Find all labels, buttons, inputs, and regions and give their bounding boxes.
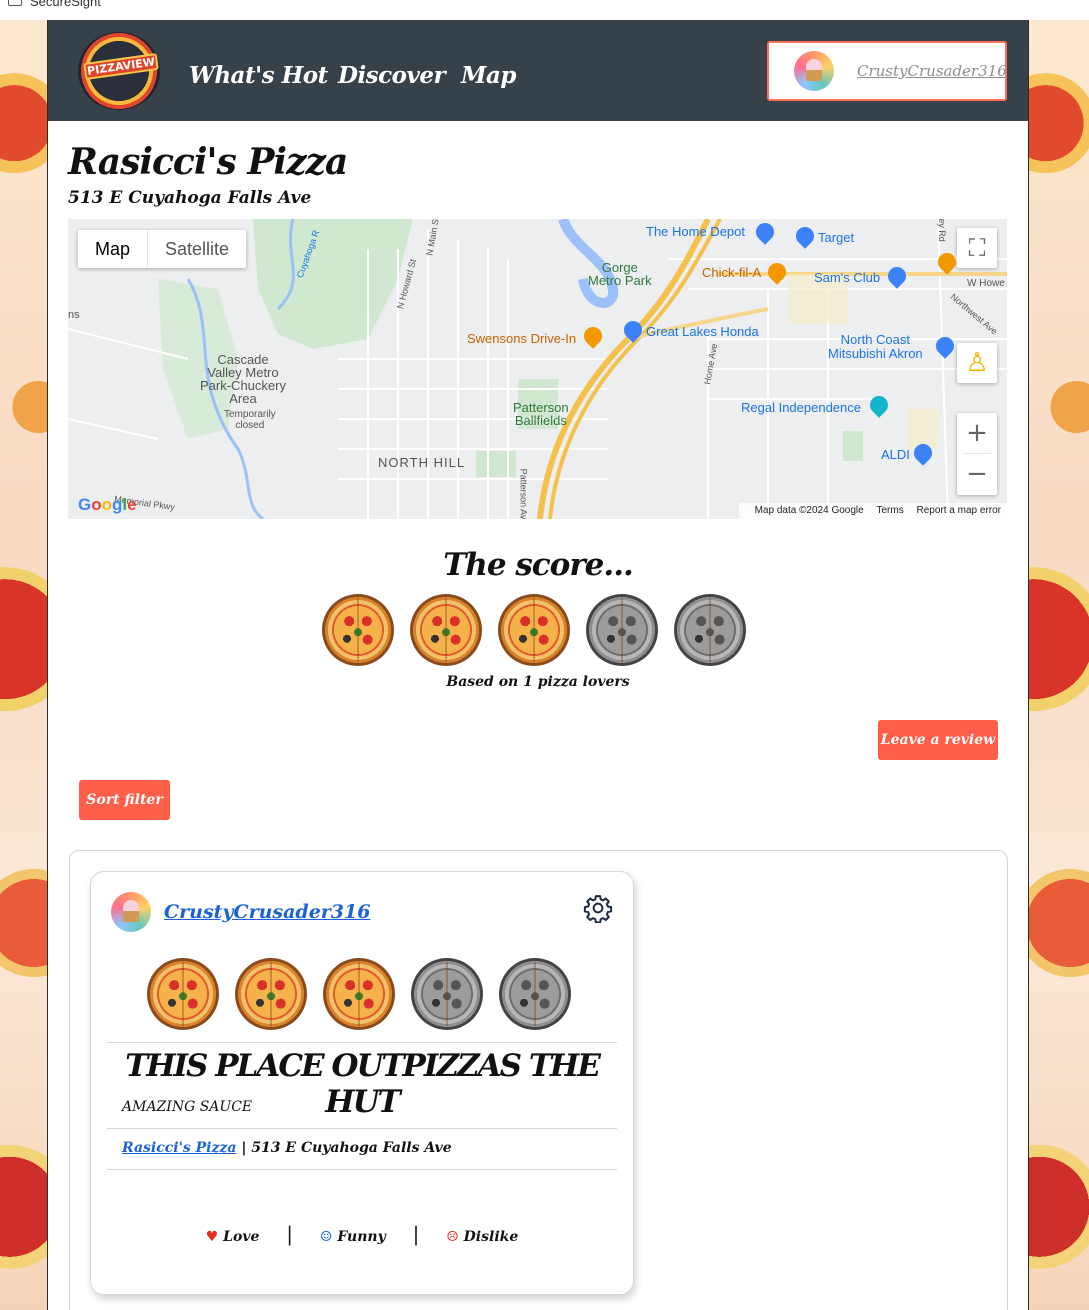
review-place-separator: |	[241, 1140, 252, 1156]
pizza-empty-icon	[674, 594, 746, 666]
map-label-north-hill: NORTH HILL	[378, 455, 466, 470]
logo-text: PIZZAVIEW	[83, 52, 159, 81]
page-frame: PIZZAVIEW What's Hot Discover Map Crusty…	[47, 20, 1029, 1310]
map-label-gorge-metro-park[interactable]: Gorge Metro Park	[588, 261, 652, 287]
nav-link-whats-hot[interactable]: What's Hot	[189, 62, 328, 89]
zoom-controls: + −	[957, 413, 997, 495]
nav-username[interactable]: CrustyCrusader316	[857, 62, 1007, 80]
heart-icon: ♥	[205, 1229, 219, 1245]
funny-label: Funny	[337, 1229, 386, 1245]
tab-icon	[8, 0, 22, 6]
review-divider	[107, 1042, 617, 1043]
background-pattern-left	[0, 20, 48, 1310]
review-card: CrustyCrusader316 THIS PLACE OUTPIZZAS T…	[90, 871, 634, 1295]
restaurant-address: 513 E Cuyahoga Falls Ave	[68, 188, 312, 208]
funny-reaction-button[interactable]: ☺ Funny	[320, 1229, 386, 1245]
map-data-text: Map data ©2024 Google	[754, 505, 864, 516]
review-location: Rasicci's Pizza | 513 E Cuyahoga Falls A…	[122, 1140, 452, 1156]
map-label-home-depot[interactable]: The Home Depot	[646, 224, 745, 239]
map-label-regal-independence[interactable]: Regal Independence	[741, 400, 861, 415]
pizza-empty-icon	[499, 958, 571, 1030]
review-divider	[107, 1169, 617, 1170]
background-pattern-right	[1027, 20, 1089, 1310]
map-label-edge-left: ns	[68, 309, 80, 321]
dislike-label: Dislike	[463, 1229, 519, 1245]
browser-tab-bar: SecureSight	[0, 0, 1089, 21]
user-profile-button[interactable]: CrustyCrusader316	[767, 41, 1007, 101]
map-label-patterson-ballfields[interactable]: Patterson Ballfields	[513, 401, 569, 427]
love-reaction-button[interactable]: ♥ Love	[206, 1229, 260, 1245]
smile-icon: ☺	[319, 1229, 333, 1245]
fullscreen-icon[interactable]: ⛶	[957, 228, 997, 268]
map-report-link[interactable]: Report a map error	[917, 505, 1001, 516]
map-label-target[interactable]: Target	[818, 230, 854, 245]
map-label-chick-fil-a[interactable]: Chick-fil-A	[702, 265, 761, 280]
map-label-sams-club[interactable]: Sam's Club	[814, 270, 880, 285]
pizza-empty-icon	[411, 958, 483, 1030]
frown-icon: ☹	[446, 1229, 459, 1245]
review-place-address: 513 E Cuyahoga Falls Ave	[251, 1140, 452, 1156]
pizzaview-logo[interactable]: PIZZAVIEW	[78, 32, 160, 110]
zoom-out-button[interactable]: −	[957, 454, 997, 494]
pizza-filled-icon	[147, 958, 219, 1030]
score-based-on: Based on 1 pizza lovers	[446, 674, 630, 690]
pizza-filled-icon	[323, 958, 395, 1030]
restaurant-name: Rasicci's Pizza	[68, 141, 348, 183]
nav-link-discover[interactable]: Discover	[338, 62, 446, 89]
pizza-filled-icon	[410, 594, 482, 666]
map-label-w-howe: W Howe	[967, 278, 1005, 289]
love-label: Love	[223, 1229, 260, 1245]
gear-icon[interactable]	[583, 893, 613, 923]
review-reactions: ♥ Love | ☺ Funny | ☹ Dislike	[91, 1222, 633, 1246]
map-label-cascade-valley[interactable]: Cascade Valley Metro Park-Chuckery Area	[200, 353, 286, 405]
score-rating	[322, 594, 746, 666]
reviewer-avatar	[111, 892, 151, 932]
reaction-separator: |	[412, 1222, 420, 1246]
dislike-reaction-button[interactable]: ☹ Dislike	[446, 1229, 518, 1245]
map-tab-satellite[interactable]: Satellite	[148, 230, 246, 268]
sort-filter-button[interactable]: Sort filter	[79, 780, 170, 820]
pizza-filled-icon	[235, 958, 307, 1030]
leave-review-button[interactable]: Leave a review	[878, 720, 998, 760]
pizza-empty-icon	[586, 594, 658, 666]
pizza-filled-icon	[498, 594, 570, 666]
map-terms-link[interactable]: Terms	[877, 505, 904, 516]
nav-link-map[interactable]: Map	[461, 62, 516, 89]
map-attribution: Map data ©2024 Google Terms Report a map…	[738, 503, 1007, 519]
map-embed[interactable]: Map Satellite ⛶ ♙ + − The Home Depot Tar…	[68, 219, 1007, 519]
street-view-pegman-icon[interactable]: ♙	[957, 343, 997, 383]
reaction-separator: |	[286, 1222, 294, 1246]
map-label-red-rd: ey Rd	[936, 219, 947, 242]
map-label-north-coast-mitsubishi[interactable]: North Coast Mitsubishi Akron	[828, 333, 923, 361]
score-heading: The score...	[443, 547, 634, 583]
map-type-tabs: Map Satellite	[78, 230, 247, 268]
user-avatar	[794, 51, 834, 91]
navbar: PIZZAVIEW What's Hot Discover Map Crusty…	[48, 20, 1028, 121]
map-label-aldi[interactable]: ALDI	[881, 447, 910, 462]
zoom-in-button[interactable]: +	[957, 413, 997, 453]
review-rating	[147, 958, 571, 1030]
map-label-swensons[interactable]: Swensons Drive-In	[467, 331, 576, 346]
google-logo[interactable]: Google	[78, 495, 137, 515]
map-label-temporarily-closed: Temporarily closed	[224, 409, 276, 431]
review-divider	[107, 1128, 617, 1129]
reviewer-username[interactable]: CrustyCrusader316	[164, 901, 370, 923]
review-place-link[interactable]: Rasicci's Pizza	[122, 1140, 236, 1156]
map-tab-map[interactable]: Map	[78, 230, 149, 268]
review-body: AMAZING SAUCE	[122, 1099, 253, 1115]
map-label-great-lakes-honda[interactable]: Great Lakes Honda	[646, 324, 759, 339]
pizza-filled-icon	[322, 594, 394, 666]
map-label-patterson-ave: Patterson Av	[518, 468, 529, 519]
browser-tab-title[interactable]: SecureSight	[30, 0, 101, 9]
